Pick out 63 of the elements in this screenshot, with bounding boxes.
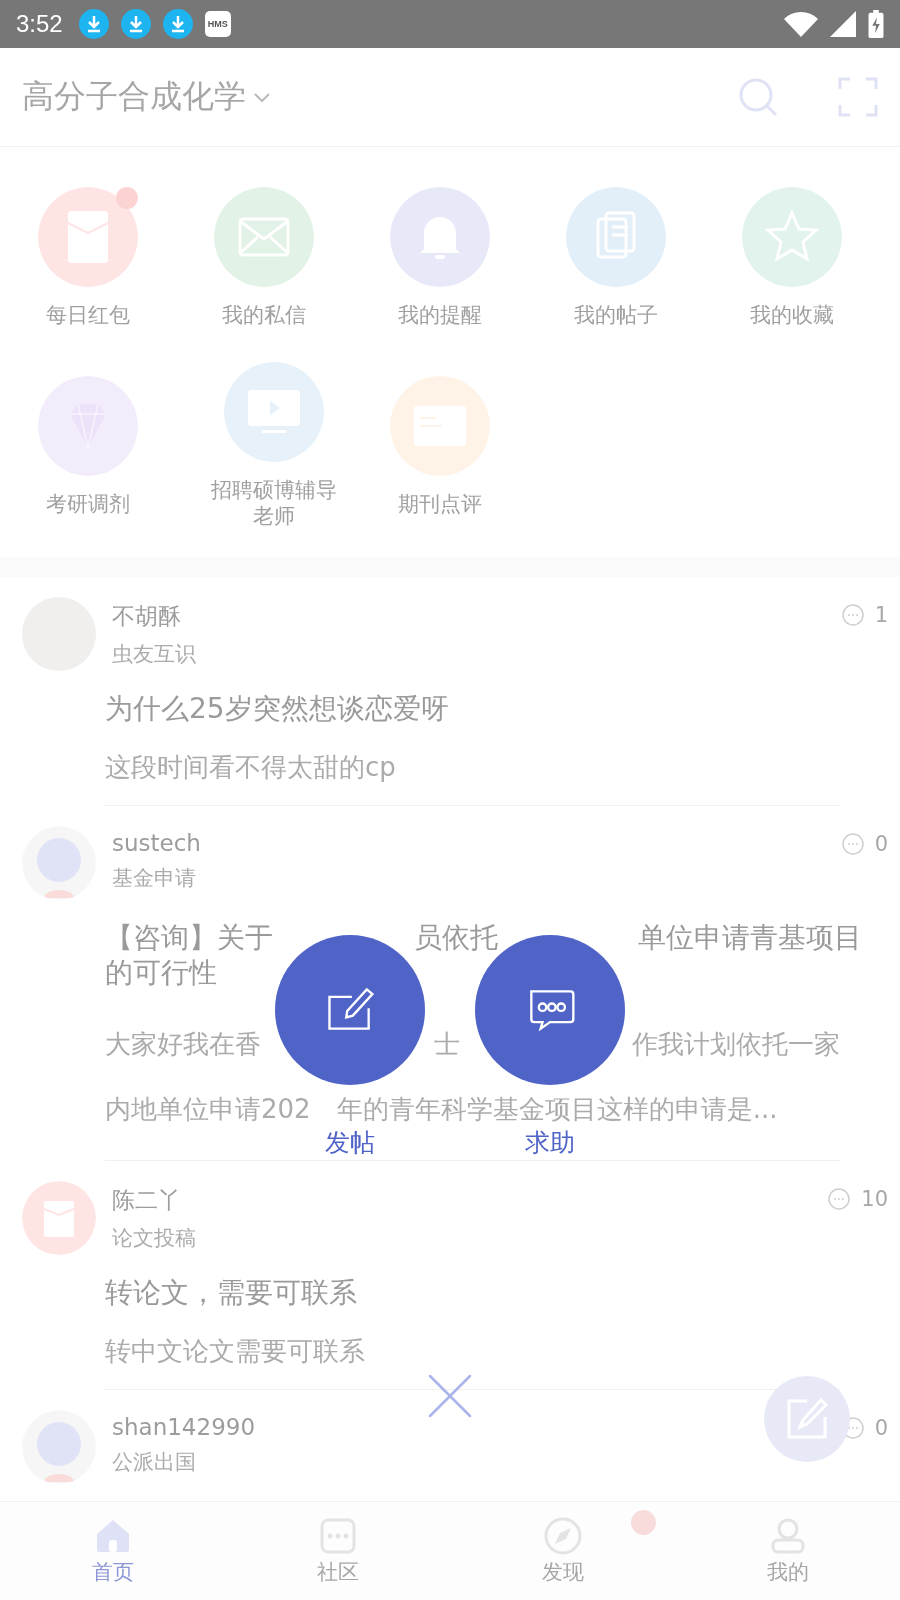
- wifi-icon: [784, 10, 818, 38]
- status-time: 3:52: [16, 10, 63, 38]
- post-excerpt: 作我计划依托一家: [632, 1028, 840, 1061]
- comment-count: 0: [874, 1416, 888, 1440]
- post-excerpt: 士: [433, 1028, 460, 1061]
- shortcut-label[interactable]: 每日红包: [18, 303, 158, 329]
- nav-tab[interactable]: 首页: [0, 1502, 225, 1600]
- download-icon: [120, 9, 151, 39]
- post-excerpt: 大家好我在香: [105, 1028, 261, 1061]
- shortcut-label[interactable]: 我的私信: [194, 303, 334, 329]
- signal-icon: [830, 10, 856, 38]
- docs-icon[interactable]: [566, 187, 666, 287]
- post-category[interactable]: 公派出国: [112, 1448, 256, 1476]
- comment-count: 0: [874, 832, 888, 856]
- envelope-icon: [22, 1181, 96, 1255]
- author-name[interactable]: 陈二丫: [112, 1185, 196, 1216]
- avatar-icon: [22, 1410, 96, 1484]
- envelope-icon[interactable]: [38, 187, 138, 287]
- comment-count: 10: [861, 1187, 888, 1211]
- comment-icon: [840, 603, 865, 627]
- nav-tab[interactable]: 我的: [675, 1502, 900, 1600]
- scan-icon[interactable]: [838, 77, 878, 117]
- comment-count: 1: [874, 603, 888, 627]
- close-icon: [428, 1374, 472, 1418]
- nav-tab[interactable]: 发现: [450, 1502, 675, 1600]
- shortcut-label[interactable]: 我的收藏: [722, 303, 862, 329]
- post-title[interactable]: 为什么25岁突然想谈恋爱呀: [105, 691, 449, 726]
- post-title[interactable]: 的可行性: [105, 955, 217, 990]
- shortcut-label[interactable]: 考研调剂: [18, 492, 158, 518]
- author-name[interactable]: sustech: [112, 830, 201, 856]
- shortcut-label[interactable]: 期刊点评: [370, 492, 510, 518]
- compass-icon: [542, 1516, 583, 1556]
- comment-icon: [827, 1187, 852, 1211]
- author-name[interactable]: 不胡酥: [112, 601, 196, 632]
- download-icon: [78, 9, 109, 39]
- bell-icon[interactable]: [390, 187, 490, 287]
- action-label[interactable]: 求助: [525, 1126, 575, 1159]
- post-title[interactable]: 【咨询】关于: [105, 920, 273, 955]
- post-excerpt: 这段时间看不得太甜的cp: [105, 751, 396, 784]
- post-title[interactable]: 单位申请青基项目: [638, 920, 862, 955]
- page-title[interactable]: 高分子合成化学: [22, 75, 246, 119]
- comment-icon: [840, 832, 865, 856]
- search-icon[interactable]: [738, 77, 778, 117]
- post-category[interactable]: 论文投稿: [112, 1224, 196, 1252]
- avatar-icon: [22, 826, 96, 900]
- post-excerpt: 转中文论文需要可联系: [105, 1335, 365, 1368]
- screen-icon[interactable]: [224, 362, 324, 463]
- shortcut-label[interactable]: 我的提醒: [370, 303, 510, 329]
- download-icon: [162, 9, 193, 39]
- author-name[interactable]: shan142990: [112, 1414, 256, 1440]
- post-category[interactable]: 虫友互识: [112, 640, 196, 668]
- nav-tab[interactable]: 社区: [225, 1502, 450, 1600]
- shortcut-label[interactable]: 我的帖子: [546, 303, 686, 329]
- action-label[interactable]: 发帖: [325, 1126, 375, 1159]
- battery-icon: [868, 10, 884, 38]
- hms-badge: HMS: [204, 11, 231, 37]
- close-button[interactable]: [428, 1374, 472, 1418]
- post-category[interactable]: 基金申请: [112, 864, 201, 892]
- shortcut-label[interactable]: 招聘硕博辅导老师: [204, 478, 344, 529]
- post-title[interactable]: 转论文，需要可联系: [105, 1275, 357, 1310]
- post-excerpt: 内地单位申请202: [105, 1093, 311, 1126]
- post-title[interactable]: 员依托: [413, 920, 498, 955]
- mail-icon[interactable]: [214, 187, 314, 287]
